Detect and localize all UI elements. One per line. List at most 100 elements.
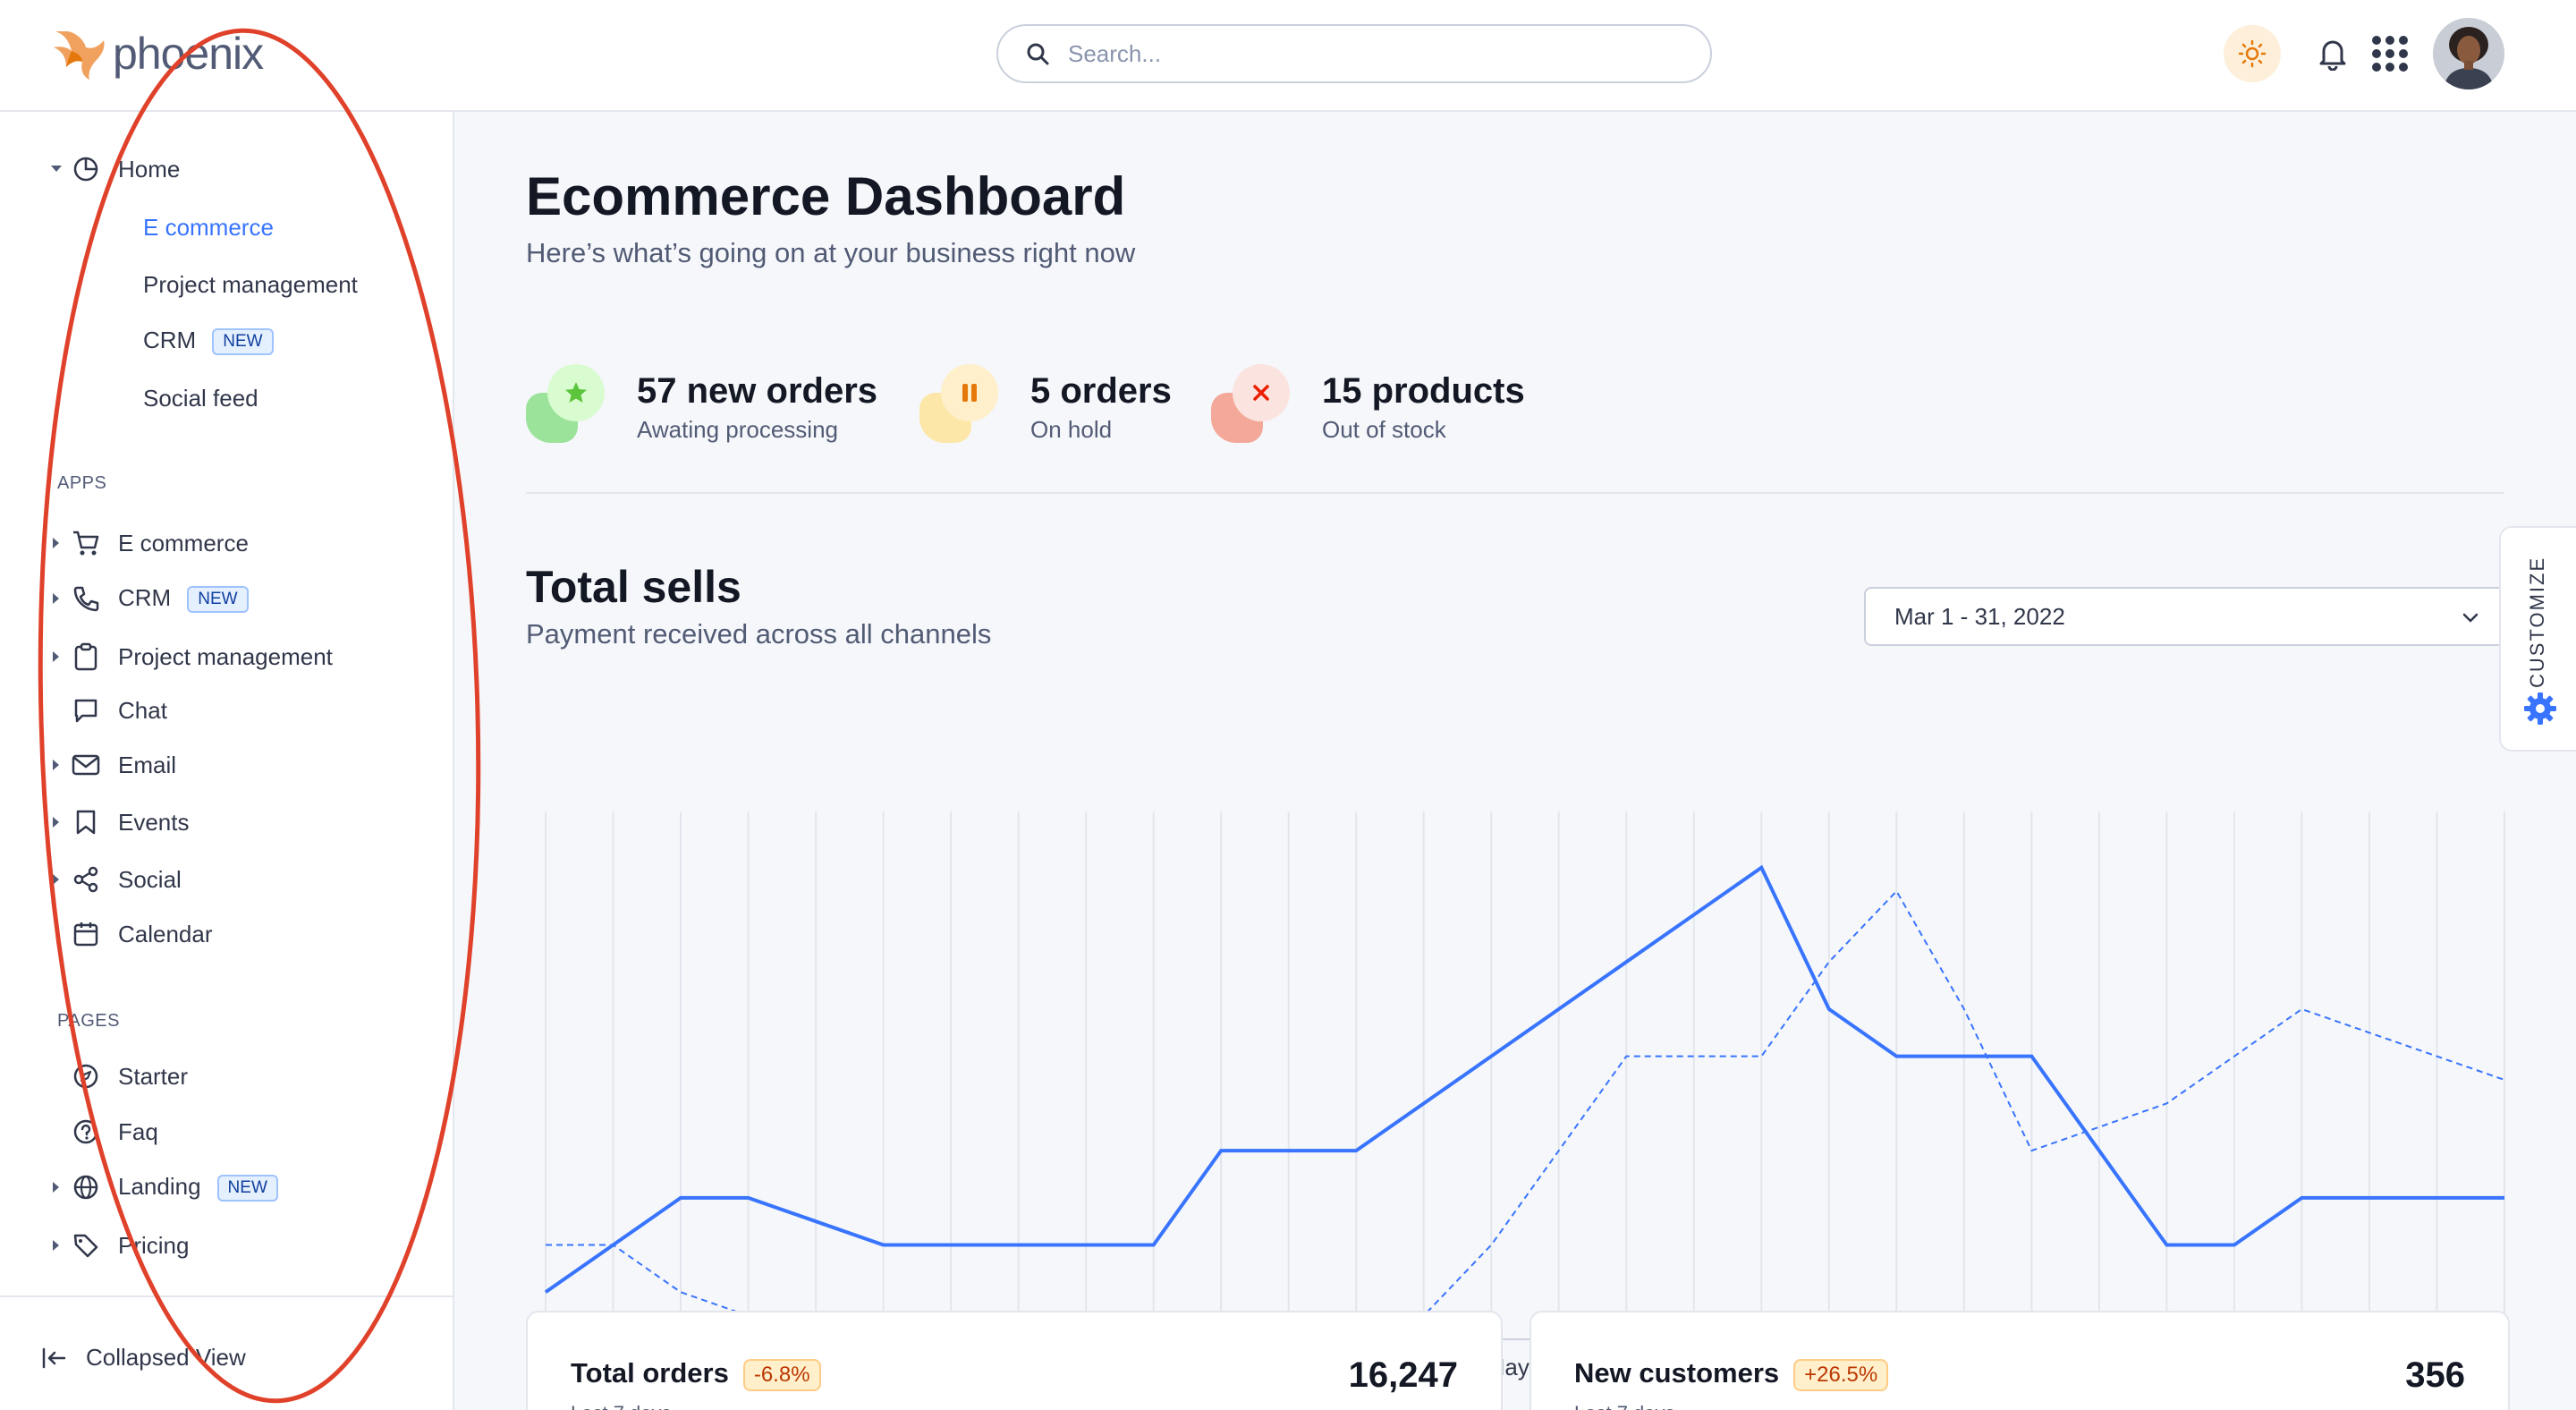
chevron-right-icon (50, 1239, 63, 1252)
sidebar-item-label-wrap: CRM NEW (143, 326, 274, 356)
chat-icon (72, 696, 100, 725)
card-title: Total orders -6.8% (571, 1357, 821, 1391)
sidebar-item-home[interactable]: Home (0, 146, 453, 192)
globe-icon (72, 1173, 100, 1202)
sidebar-item-crm[interactable]: CRM NEW (0, 575, 453, 622)
dot (2385, 49, 2394, 58)
sidebar-item-label: Chat (118, 696, 167, 724)
stat-label: Out of stock (1322, 416, 1446, 443)
sidebar-item-label: CRM (143, 326, 197, 353)
dot (2399, 36, 2408, 45)
chevron-down-icon (2462, 613, 2479, 623)
sidebar-item-ecommerce[interactable]: E commerce (0, 520, 453, 566)
sidebar-item-label-wrap: Landing NEW (118, 1173, 278, 1202)
sun-icon (2238, 39, 2267, 68)
series-line-1 (546, 889, 2505, 1317)
sidebar-item-label: Starter (118, 1062, 189, 1090)
card-new-customers: New customers +26.5% 356 Last 7 days (1530, 1311, 2510, 1410)
sidebar-item-label: Project management (143, 270, 358, 298)
user-avatar[interactable] (2433, 18, 2504, 89)
compass-icon (72, 1062, 100, 1091)
new-badge: NEW (212, 328, 274, 356)
collapsed-view-button[interactable]: Collapsed View (41, 1344, 246, 1372)
date-range-select[interactable]: Mar 1 - 31, 2022 (1864, 587, 2508, 646)
sidebar-item-label: E commerce (118, 529, 249, 556)
chevron-right-icon (50, 650, 63, 663)
card-title-text: Total orders (571, 1357, 729, 1389)
sidebar-item-home-ecommerce[interactable]: E commerce (0, 204, 453, 251)
sidebar-item-label: Project management (118, 642, 333, 670)
section-label-pages: PAGES (57, 1011, 120, 1031)
card-title: New customers +26.5% (1574, 1357, 1889, 1391)
chevron-down-icon (50, 163, 63, 175)
pause-icon (962, 384, 977, 402)
sidebar-item-label: Email (118, 751, 177, 778)
mail-icon (72, 751, 100, 779)
dot (2372, 49, 2381, 58)
customize-panel-toggle[interactable]: CUSTOMIZE (2499, 526, 2576, 752)
stat-icon-circle (941, 364, 998, 421)
stat-value: 57 new orders (637, 371, 878, 411)
sidebar-item-label: Social (118, 865, 182, 893)
chevron-right-icon (50, 816, 63, 828)
sidebar-item-label: Home (118, 155, 181, 183)
page-subtitle: Here’s what’s going on at your business … (526, 237, 1136, 268)
sidebar-item-social[interactable]: Social (0, 856, 453, 903)
search-icon (1027, 43, 1049, 65)
card-value: 16,247 (1348, 1355, 1458, 1395)
change-badge: +26.5% (1793, 1358, 1889, 1391)
apps-grid-button[interactable] (2372, 36, 2408, 72)
sidebar-footer: Collapsed View (0, 1295, 453, 1410)
sidebar-item-events[interactable]: Events (0, 799, 453, 845)
phone-icon (72, 584, 100, 613)
stat-icon-circle (1233, 364, 1290, 421)
notifications-button[interactable] (2311, 32, 2354, 75)
sidebar-item-landing[interactable]: Landing NEW (0, 1164, 453, 1210)
new-badge: NEW (187, 586, 249, 614)
avatar-image (2433, 18, 2504, 89)
collapsed-view-label: Collapsed View (86, 1344, 246, 1371)
chevron-right-icon (50, 873, 63, 886)
chevron-right-icon (50, 1181, 63, 1193)
chevron-right-icon (50, 759, 63, 771)
date-range-value: Mar 1 - 31, 2022 (1894, 602, 2065, 630)
share-icon (72, 865, 100, 894)
page-title: Ecommerce Dashboard (526, 166, 1126, 226)
dot (2372, 36, 2381, 45)
sidebar-item-home-project-management[interactable]: Project management (0, 261, 453, 308)
sidebar-item-home-crm[interactable]: CRM NEW (0, 318, 453, 364)
sidebar-item-calendar[interactable]: Calendar (0, 911, 453, 957)
dot (2399, 63, 2408, 72)
card-period: Last 7 days (571, 1402, 672, 1410)
divider (526, 492, 2504, 494)
sidebar-item-starter[interactable]: Starter (0, 1053, 453, 1100)
stat-icon-circle (547, 364, 605, 421)
gear-icon (2524, 692, 2556, 725)
sidebar-item-project-management[interactable]: Project management (0, 633, 453, 680)
sidebar-item-faq[interactable]: Faq (0, 1108, 453, 1155)
clipboard-icon (72, 642, 100, 671)
new-badge: NEW (216, 1175, 278, 1202)
card-period: Last 7 days (1574, 1402, 1675, 1410)
sidebar-item-label: Events (118, 808, 190, 836)
change-badge: -6.8% (742, 1358, 821, 1391)
calendar-icon (72, 920, 100, 948)
stat-value: 5 orders (1030, 371, 1172, 411)
sidebar-item-label: Landing (118, 1172, 201, 1200)
sidebar-item-home-social-feed[interactable]: Social feed (0, 375, 453, 421)
sidebar-item-chat[interactable]: Chat (0, 687, 453, 734)
sidebar-item-email[interactable]: Email (0, 742, 453, 788)
pie-chart-icon (72, 155, 100, 183)
cart-icon (72, 529, 100, 557)
sidebar: Home E commerce Project management CRM NE… (0, 112, 454, 1410)
sidebar-item-pricing[interactable]: Pricing (0, 1222, 453, 1269)
sidebar-item-label: CRM (118, 583, 172, 611)
stat-label: Awating processing (637, 416, 838, 443)
phoenix-logo-icon (54, 31, 105, 80)
brand-logo[interactable]: phoenix (50, 21, 264, 86)
theme-toggle-button[interactable] (2224, 25, 2281, 82)
search-box[interactable] (996, 24, 1712, 83)
search-input[interactable] (1068, 39, 1640, 68)
collapse-arrow-icon (42, 1347, 66, 1368)
dot (2372, 63, 2381, 72)
